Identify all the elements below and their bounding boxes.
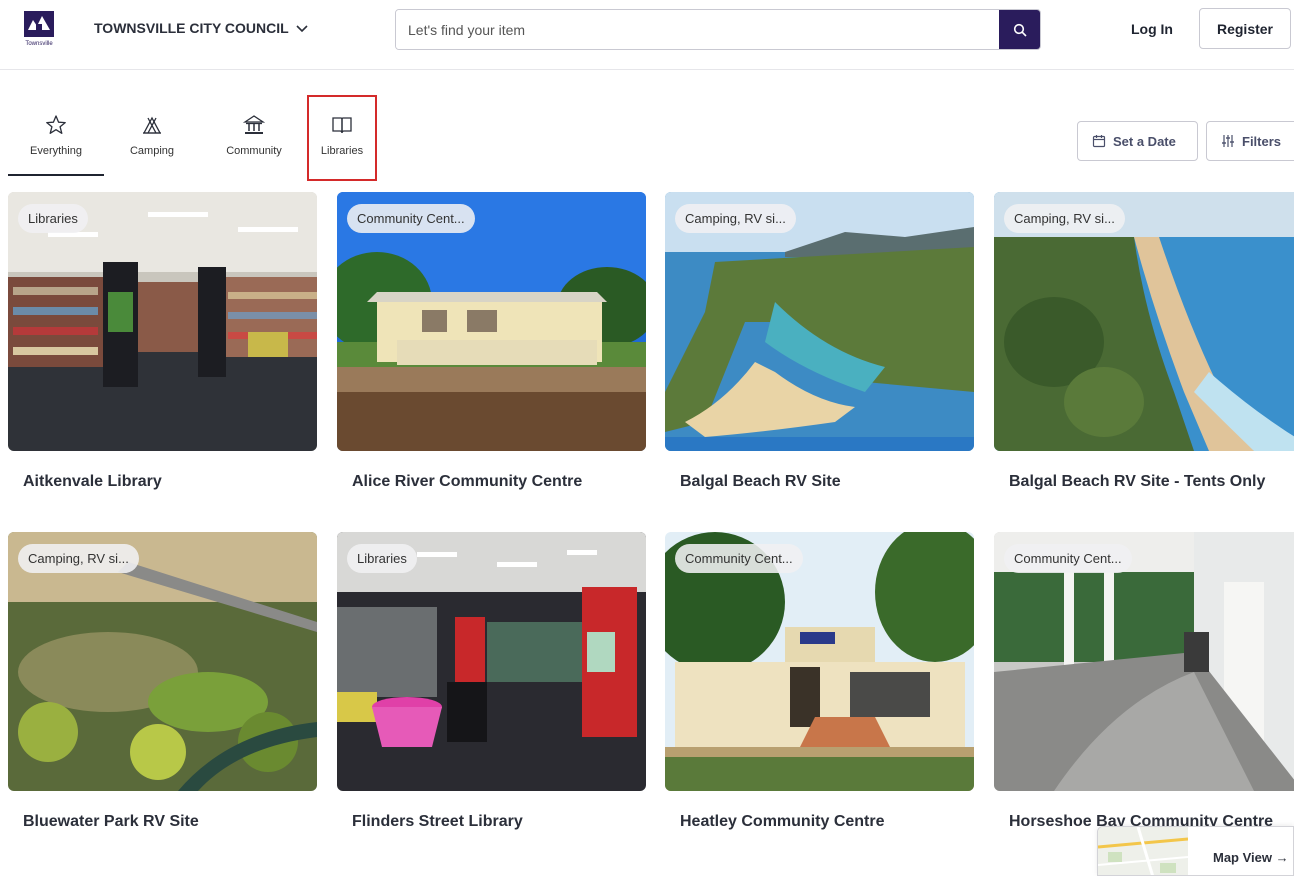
category-badge: Community Cent... xyxy=(1004,544,1132,573)
council-name: TOWNSVILLE CITY COUNCIL xyxy=(94,20,289,36)
search-icon xyxy=(1013,23,1027,37)
listing-card[interactable]: Camping, RV si... Balgal Beach RV Site xyxy=(665,192,974,494)
sliders-icon xyxy=(1222,135,1234,147)
tab-libraries[interactable]: Libraries xyxy=(307,95,377,181)
card-image: Libraries xyxy=(8,192,317,451)
card-title: Balgal Beach RV Site xyxy=(680,473,841,490)
category-badge: Community Cent... xyxy=(347,204,475,233)
council-selector[interactable]: TOWNSVILLE CITY COUNCIL xyxy=(94,20,309,36)
card-title: Bluewater Park RV Site xyxy=(23,813,199,830)
tab-label: Camping xyxy=(129,145,175,157)
tab-label: Libraries xyxy=(320,145,364,157)
map-thumbnail xyxy=(1098,827,1188,875)
card-title: Aitkenvale Library xyxy=(23,473,162,490)
card-image: Community Cent... xyxy=(665,532,974,791)
listing-card[interactable]: Camping, RV si... Bluewater Park RV Site xyxy=(8,532,317,834)
building-icon xyxy=(243,115,265,134)
search-input[interactable] xyxy=(396,10,999,49)
book-icon xyxy=(332,117,352,134)
category-badge: Libraries xyxy=(347,544,417,573)
map-view-button[interactable]: Map View → xyxy=(1097,826,1294,876)
card-title: Flinders Street Library xyxy=(352,813,523,830)
tab-community[interactable]: Community xyxy=(217,110,291,176)
listing-card[interactable]: Community Cent... Heatley Community Cent… xyxy=(665,532,974,834)
card-image: Camping, RV si... xyxy=(665,192,974,451)
tent-icon xyxy=(142,116,162,134)
search-bar xyxy=(395,9,1041,50)
card-image: Libraries xyxy=(337,532,646,791)
filters-label: Filters xyxy=(1242,133,1282,149)
tab-label: Community xyxy=(226,145,282,157)
card-image: Camping, RV si... xyxy=(8,532,317,791)
calendar-icon xyxy=(1092,135,1106,148)
login-link[interactable]: Log In xyxy=(1131,21,1173,37)
set-date-button[interactable]: Set a Date xyxy=(1077,121,1198,161)
set-date-label: Set a Date xyxy=(1113,133,1176,149)
council-logo[interactable]: Townsville xyxy=(23,10,55,48)
map-view-label: Map View → xyxy=(1213,850,1289,865)
tab-everything[interactable]: Everything xyxy=(8,110,104,176)
card-title: Balgal Beach RV Site - Tents Only xyxy=(1009,473,1266,490)
tab-label: Everything xyxy=(30,145,82,157)
category-badge: Camping, RV si... xyxy=(18,544,139,573)
search-button[interactable] xyxy=(999,10,1040,49)
category-badge: Camping, RV si... xyxy=(1004,204,1125,233)
listing-card[interactable]: Community Cent... Horseshoe Bay Communit… xyxy=(994,532,1294,834)
category-badge: Camping, RV si... xyxy=(675,204,796,233)
card-image: Camping, RV si... xyxy=(994,192,1294,451)
card-image: Community Cent... xyxy=(994,532,1294,791)
star-icon xyxy=(46,115,66,134)
header: Townsville TOWNSVILLE CITY COUNCIL Log I… xyxy=(0,0,1294,70)
category-badge: Community Cent... xyxy=(675,544,803,573)
listing-card[interactable]: Community Cent... Alice River Community … xyxy=(337,192,646,494)
chevron-down-icon xyxy=(296,25,308,33)
card-image: Community Cent... xyxy=(337,192,646,451)
listing-card[interactable]: Libraries Flinders Street Library xyxy=(337,532,646,834)
tab-camping[interactable]: Camping xyxy=(120,110,184,176)
card-title: Heatley Community Centre xyxy=(680,813,885,830)
category-badge: Libraries xyxy=(18,204,88,233)
logo-text: Townsville xyxy=(25,41,53,47)
listing-card[interactable]: Camping, RV si... Balgal Beach RV Site -… xyxy=(994,192,1294,494)
filters-button[interactable]: Filters xyxy=(1206,121,1294,161)
card-title: Alice River Community Centre xyxy=(352,473,583,490)
register-button[interactable]: Register xyxy=(1199,8,1291,49)
listing-card[interactable]: Libraries Aitkenvale Library xyxy=(8,192,317,494)
